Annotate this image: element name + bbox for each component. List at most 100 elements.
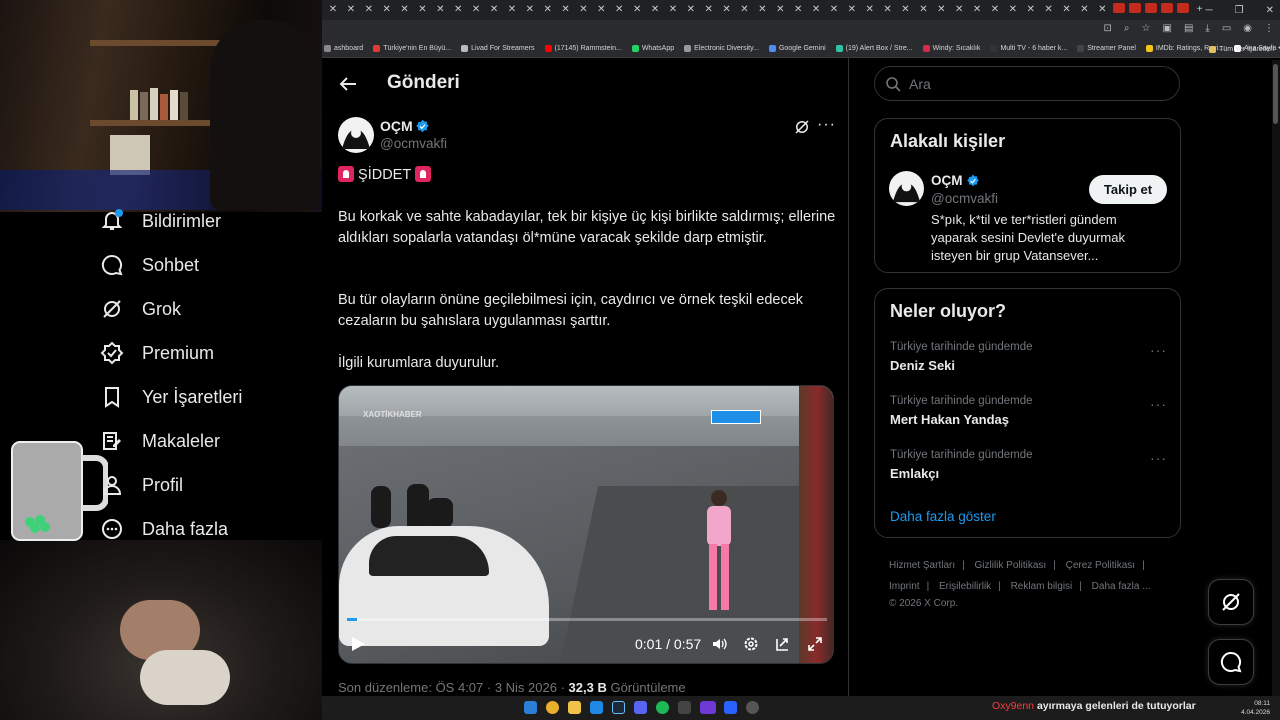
trend-name[interactable]: Deniz Seki [890,358,955,373]
tab-favicon-x[interactable]: ✕ [344,3,358,17]
video-player[interactable]: XAOTİKHABER 0:01 / 0:57 [338,385,834,664]
tab-favicon-youtube[interactable] [1160,3,1173,13]
nav-item-bookmarks[interactable]: Yer İşaretleri [100,382,242,412]
pip-icon[interactable] [775,636,791,652]
tab-favicon-x[interactable]: ✕ [326,3,340,17]
footer-link[interactable]: Daha fazla ... [1092,581,1151,592]
install-icon[interactable]: ⊡ [1104,23,1112,34]
trend-name[interactable]: Mert Hakan Yandaş [890,412,1009,427]
tab-favicon-x[interactable]: ✕ [809,3,823,17]
play-icon[interactable] [349,635,367,653]
cast-icon[interactable]: ▭ [1222,23,1231,34]
tab-favicon-x[interactable]: ✕ [863,3,877,17]
tab-favicon-x[interactable]: ✕ [1095,3,1109,17]
close-icon[interactable]: ✕ [1266,5,1274,16]
tab-favicon-x[interactable]: ✕ [684,3,698,17]
tab-favicon-x[interactable]: ✕ [576,3,590,17]
tab-favicon-x[interactable]: ✕ [899,3,913,17]
tab-favicon-x[interactable]: ✕ [791,3,805,17]
more-options-icon[interactable]: ··· [817,116,837,136]
back-arrow-icon[interactable] [336,72,360,96]
tab-favicon-x[interactable]: ✕ [362,3,376,17]
footer-link[interactable]: Erişilebilirlik [939,581,991,592]
footer-link[interactable]: Imprint [889,581,920,592]
menu-icon[interactable]: ⋮ [1264,23,1274,34]
tab-favicon-x[interactable]: ✕ [952,3,966,17]
tab-favicon-x[interactable]: ✕ [612,3,626,17]
footer-link[interactable]: Gizlilik Politikası [975,560,1047,571]
bookmark-item[interactable]: Google Gemini [768,45,826,52]
tab-favicon-youtube[interactable] [1129,3,1142,13]
tab-favicon-x[interactable]: ✕ [469,3,483,17]
trend-more-icon[interactable]: ··· [1150,342,1167,358]
profile-browser-icon[interactable]: ◉ [1243,23,1252,34]
bookmark-item[interactable]: Streamer Panel [1077,45,1136,52]
author-name[interactable]: OÇM [380,118,413,134]
tab-favicon-x[interactable]: ✕ [505,3,519,17]
bookmark-item[interactable]: WhatsApp [631,45,674,52]
video-progress-bar[interactable] [347,618,827,621]
messages-fab[interactable] [1208,639,1254,685]
nav-item-more[interactable]: Daha fazla [100,514,228,544]
bookmark-item[interactable]: Multi TV - 6 haber k... [990,45,1067,52]
bookmark-item[interactable]: Windy: Sıcaklık [922,45,980,52]
tab-favicon-x[interactable]: ✕ [988,3,1002,17]
download-icon[interactable]: ⤓ [1205,23,1209,34]
show-more-link[interactable]: Daha fazla göster [890,509,996,524]
trend-more-icon[interactable]: ··· [1150,450,1167,466]
volume-icon[interactable] [711,636,727,652]
trend-more-icon[interactable]: ··· [1150,396,1167,412]
search-box[interactable] [874,66,1180,101]
new-tab-button[interactable]: + [1193,3,1207,17]
grok-explain-icon[interactable] [793,118,811,136]
trend-name[interactable]: Emlakçı [890,466,939,481]
system-clock[interactable]: 08:11 4.04.2026 [1241,699,1270,717]
tab-favicon-x[interactable]: ✕ [541,3,555,17]
tab-favicon-x[interactable]: ✕ [415,3,429,17]
footer-link[interactable]: Hizmet Şartları [889,560,955,571]
nav-item-premium[interactable]: Premium [100,338,214,368]
tab-favicon-x[interactable]: ✕ [648,3,662,17]
tab-favicon-x[interactable]: ✕ [1006,3,1020,17]
tab-favicon-x[interactable]: ✕ [737,3,751,17]
bookmark-item[interactable]: Türkiye'nin En Büyü... [373,45,451,52]
chrome-icon[interactable] [546,701,559,714]
maximize-icon[interactable]: ❐ [1235,5,1244,16]
tab-favicon-x[interactable]: ✕ [398,3,412,17]
bookmark-item[interactable]: (19) Alert Box / Stre... [835,45,913,52]
nav-item-profile[interactable]: Profil [100,470,183,500]
tab-favicon-x[interactable]: ✕ [934,3,948,17]
nav-item-chat[interactable]: Sohbet [100,250,199,280]
tab-favicon-x[interactable]: ✕ [773,3,787,17]
nav-item-grok[interactable]: Grok [100,294,181,324]
extensions-icon[interactable]: ▣ [1162,23,1171,34]
related-avatar[interactable] [889,171,924,206]
tab-favicon-x[interactable]: ✕ [881,3,895,17]
zoom-icon[interactable]: ⌕ [1124,23,1130,34]
tab-favicon-x[interactable]: ✕ [451,3,465,17]
scrollbar-thumb[interactable] [1273,64,1278,124]
tab-favicon-x[interactable]: ✕ [845,3,859,17]
file-explorer-icon[interactable] [568,701,581,714]
bookmark-item[interactable]: Electronic Diversity... [684,45,759,52]
tab-favicon-youtube[interactable] [1144,3,1157,13]
tab-favicon-x[interactable]: ✕ [1042,3,1056,17]
star-icon[interactable]: ☆ [1142,23,1151,34]
page-scrollbar[interactable] [1272,60,1280,696]
tab-favicon-x[interactable]: ✕ [594,3,608,17]
tab-favicon-x[interactable]: ✕ [559,3,573,17]
tab-favicon-x[interactable]: ✕ [433,3,447,17]
edited-timestamp[interactable]: Son düzenleme: ÖS 4:07 · 3 Nis 2026 · [338,680,565,695]
grok-fab[interactable] [1208,579,1254,625]
tab-favicon-youtube[interactable] [1176,3,1189,13]
kick-icon[interactable] [700,701,716,714]
spotify-icon[interactable] [656,701,669,714]
tab-favicon-x[interactable]: ✕ [1060,3,1074,17]
nav-item-notifications[interactable]: Bildirimler [100,206,221,236]
tab-favicon-x[interactable]: ✕ [380,3,394,17]
tab-favicon-x[interactable]: ✕ [1077,3,1091,17]
tab-favicon-x[interactable]: ✕ [1024,3,1038,17]
steam-icon[interactable] [612,701,625,714]
author-handle[interactable]: @ocmvakfi [380,136,447,151]
tab-favicon-x[interactable]: ✕ [523,3,537,17]
